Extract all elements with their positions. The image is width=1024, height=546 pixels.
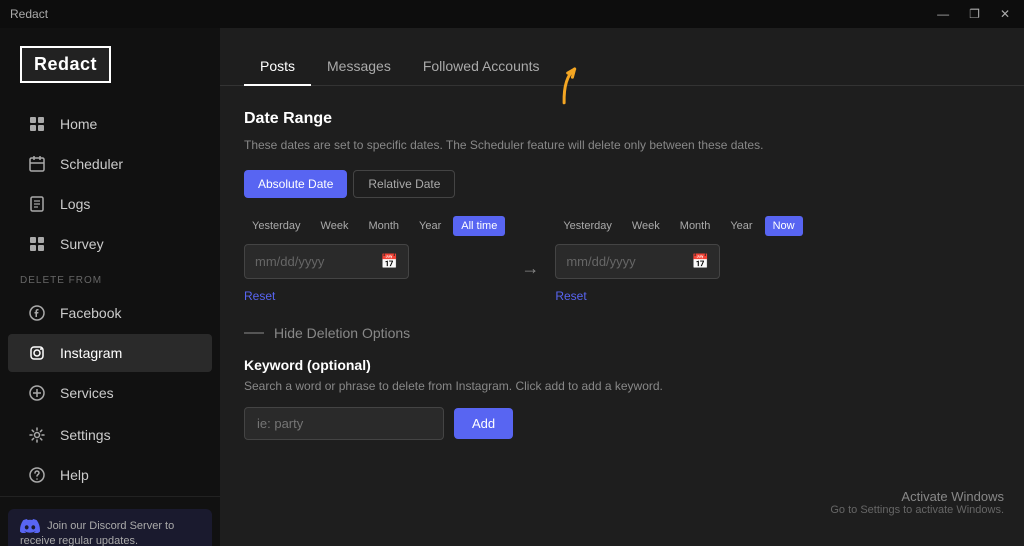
instagram-icon bbox=[28, 344, 46, 362]
home-label: Home bbox=[60, 116, 97, 132]
discord-text: Join our Discord Server to receive regul… bbox=[20, 520, 174, 546]
date-pickers-container: Yesterday Week Month Year All time mm/dd… bbox=[244, 216, 1000, 303]
end-date-group: Yesterday Week Month Year Now mm/dd/yyyy… bbox=[555, 216, 802, 303]
logo: Redact bbox=[20, 46, 111, 83]
maximize-button[interactable]: ❐ bbox=[965, 7, 984, 21]
start-alltime-btn[interactable]: All time bbox=[453, 216, 505, 236]
start-date-placeholder: mm/dd/yyyy bbox=[255, 254, 324, 269]
activate-windows-subtitle: Go to Settings to activate Windows. bbox=[830, 504, 1004, 516]
keyword-title: Keyword (optional) bbox=[244, 357, 1000, 373]
keyword-description: Search a word or phrase to delete from I… bbox=[244, 379, 1000, 393]
divider-line bbox=[244, 332, 264, 334]
date-type-toggle: Absolute Date Relative Date bbox=[244, 170, 1000, 198]
facebook-label: Facebook bbox=[60, 305, 121, 321]
end-month-btn[interactable]: Month bbox=[672, 216, 719, 236]
help-icon bbox=[28, 466, 46, 484]
facebook-icon bbox=[28, 304, 46, 322]
end-date-input[interactable]: mm/dd/yyyy 📅 bbox=[555, 244, 720, 279]
discord-section: Join our Discord Server to receive regul… bbox=[0, 496, 220, 546]
services-icon bbox=[28, 384, 46, 402]
sidebar-item-facebook[interactable]: Facebook bbox=[8, 294, 212, 332]
minimize-button[interactable]: — bbox=[933, 7, 953, 21]
relative-date-button[interactable]: Relative Date bbox=[353, 170, 455, 198]
start-filter-row: Yesterday Week Month Year All time bbox=[244, 216, 505, 236]
tabs-bar: Posts Messages Followed Accounts bbox=[220, 28, 1024, 86]
survey-label: Survey bbox=[60, 236, 104, 252]
sidebar-item-settings[interactable]: Settings bbox=[8, 416, 212, 454]
titlebar: Redact — ❐ ✕ bbox=[0, 0, 1024, 28]
start-calendar-icon: 📅 bbox=[381, 253, 398, 270]
settings-label: Settings bbox=[60, 427, 111, 443]
titlebar-title: Redact bbox=[10, 7, 48, 21]
keyword-input-row: Add bbox=[244, 407, 1000, 440]
end-yesterday-btn[interactable]: Yesterday bbox=[555, 216, 620, 236]
keyword-input[interactable] bbox=[244, 407, 444, 440]
scroll-area: Date Range These dates are set to specif… bbox=[220, 86, 1024, 546]
hide-deletion-label[interactable]: Hide Deletion Options bbox=[274, 325, 410, 341]
tab-followed-accounts[interactable]: Followed Accounts bbox=[407, 48, 556, 86]
hide-deletion-divider: Hide Deletion Options bbox=[244, 325, 1000, 341]
end-now-btn[interactable]: Now bbox=[765, 216, 803, 236]
instagram-label: Instagram bbox=[60, 345, 122, 361]
start-month-btn[interactable]: Month bbox=[360, 216, 407, 236]
end-week-btn[interactable]: Week bbox=[624, 216, 668, 236]
end-calendar-icon: 📅 bbox=[692, 253, 709, 270]
delete-from-label: DELETE FROM bbox=[0, 265, 220, 292]
start-date-input[interactable]: mm/dd/yyyy 📅 bbox=[244, 244, 409, 279]
activate-windows: Activate Windows Go to Settings to activ… bbox=[830, 489, 1004, 516]
survey-icon bbox=[28, 235, 46, 253]
scheduler-icon bbox=[28, 155, 46, 173]
start-year-btn[interactable]: Year bbox=[411, 216, 449, 236]
sidebar-item-logs[interactable]: Logs bbox=[8, 185, 212, 223]
logs-icon bbox=[28, 195, 46, 213]
sidebar-item-scheduler[interactable]: Scheduler bbox=[8, 145, 212, 183]
settings-icon bbox=[28, 426, 46, 444]
services-label: Services bbox=[60, 385, 114, 401]
date-range-description: These dates are set to specific dates. T… bbox=[244, 136, 844, 154]
date-range-title: Date Range bbox=[244, 110, 1000, 128]
end-reset-link[interactable]: Reset bbox=[555, 289, 802, 303]
nav-section: Home Scheduler bbox=[0, 103, 220, 414]
help-label: Help bbox=[60, 467, 89, 483]
end-filter-row: Yesterday Week Month Year Now bbox=[555, 216, 802, 236]
logo-area: Redact bbox=[0, 28, 220, 103]
sidebar-item-survey[interactable]: Survey bbox=[8, 225, 212, 263]
activate-windows-title: Activate Windows bbox=[830, 489, 1004, 504]
start-reset-link[interactable]: Reset bbox=[244, 289, 505, 303]
app-container: Redact Home bbox=[0, 28, 1024, 546]
absolute-date-button[interactable]: Absolute Date bbox=[244, 170, 347, 198]
sidebar-item-help[interactable]: Help bbox=[8, 456, 212, 494]
date-arrow: → bbox=[521, 258, 539, 279]
sidebar: Redact Home bbox=[0, 28, 220, 546]
end-year-btn[interactable]: Year bbox=[722, 216, 760, 236]
start-week-btn[interactable]: Week bbox=[313, 216, 357, 236]
sidebar-bottom-nav: Settings Help bbox=[0, 414, 220, 496]
start-date-group: Yesterday Week Month Year All time mm/dd… bbox=[244, 216, 505, 303]
end-date-placeholder: mm/dd/yyyy bbox=[566, 254, 635, 269]
sidebar-item-instagram[interactable]: Instagram bbox=[8, 334, 212, 372]
tab-posts[interactable]: Posts bbox=[244, 48, 311, 86]
sidebar-item-home[interactable]: Home bbox=[8, 105, 212, 143]
scheduler-label: Scheduler bbox=[60, 156, 123, 172]
close-button[interactable]: ✕ bbox=[996, 7, 1014, 21]
home-icon bbox=[28, 115, 46, 133]
content-area: Posts Messages Followed Accounts Date Ra… bbox=[220, 28, 1024, 546]
titlebar-controls: — ❐ ✕ bbox=[933, 7, 1014, 21]
logs-label: Logs bbox=[60, 196, 90, 212]
start-yesterday-btn[interactable]: Yesterday bbox=[244, 216, 309, 236]
sidebar-item-services[interactable]: Services bbox=[8, 374, 212, 412]
discord-banner[interactable]: Join our Discord Server to receive regul… bbox=[8, 509, 212, 546]
tab-messages[interactable]: Messages bbox=[311, 48, 407, 86]
add-keyword-button[interactable]: Add bbox=[454, 408, 513, 439]
